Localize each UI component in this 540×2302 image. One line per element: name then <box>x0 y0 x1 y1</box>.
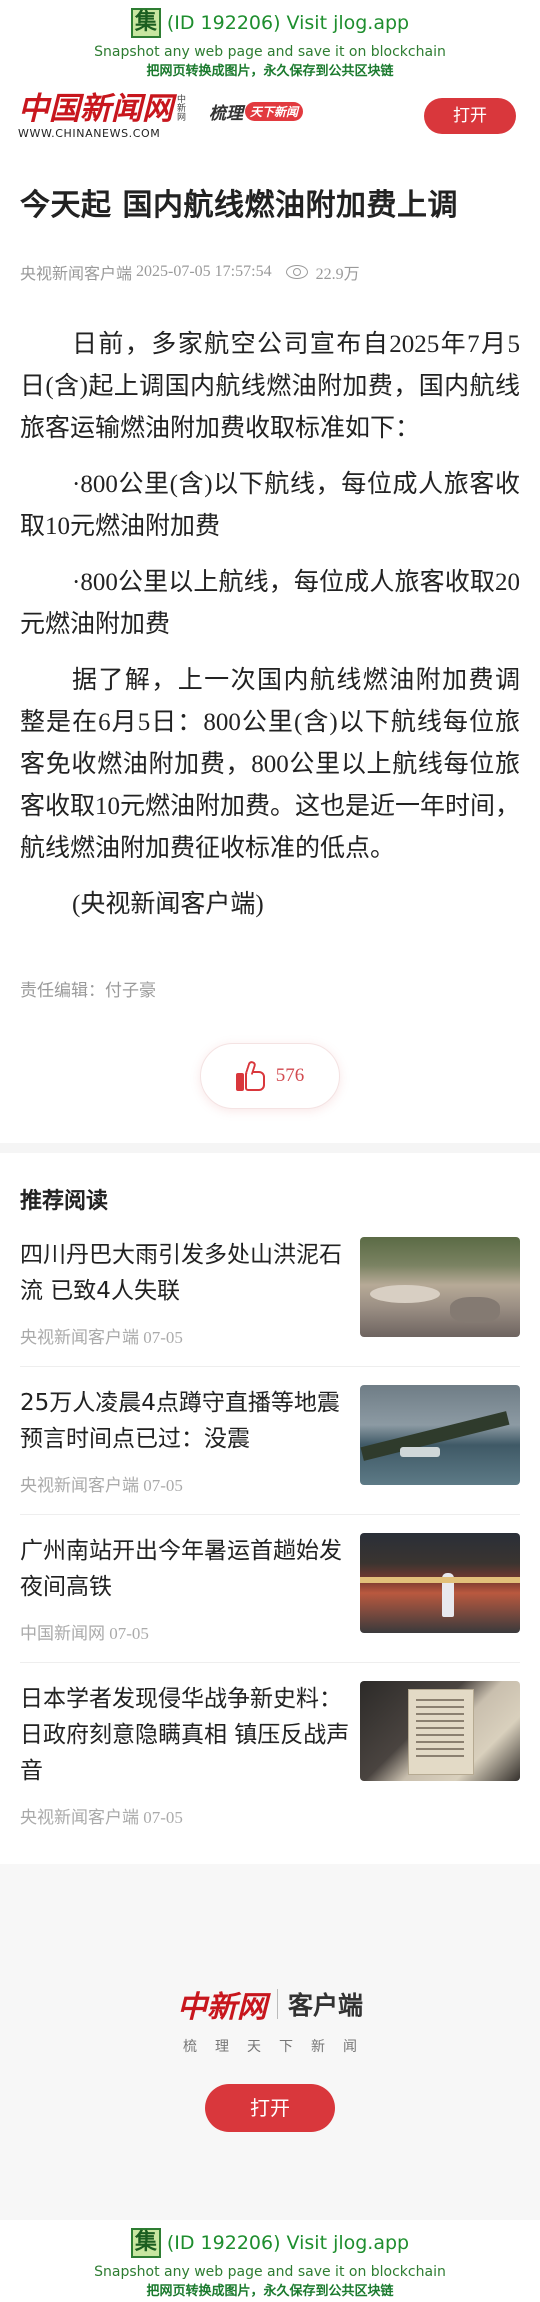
recommended-headline[interactable]: 日本学者发现侵华战争新史料：日政府刻意隐瞒真相 镇压反战声音 <box>20 1681 350 1789</box>
recommended-item[interactable]: 广州南站开出今年暑运首趟始发夜间高铁 中国新闻网 07-05 <box>20 1533 520 1663</box>
article-title: 今天起 国内航线燃油附加费上调 <box>20 188 458 223</box>
brand-short-name: 中新网 <box>177 94 187 123</box>
responsible-editor: 责任编辑：付子豪 <box>20 981 156 1001</box>
jlog-logo-icon: 集 <box>130 8 161 38</box>
watermark-id[interactable]: (ID 192206) Visit jlog.app <box>167 12 409 34</box>
recommended-thumbnail[interactable] <box>360 1385 520 1485</box>
article-paragraph: 日前，多家航空公司宣布自2025年7月5日(含)起上调国内航线燃油附加费，国内航… <box>20 331 520 442</box>
header-slogan: 梳理 天下新闻 <box>209 99 304 124</box>
chinanews-logo[interactable]: 中国新闻网 中新网 WWW.CHINANEWS.COM <box>18 93 189 140</box>
article-source: 央视新闻客户端 <box>20 266 133 283</box>
recommended-item[interactable]: 四川丹巴大雨引发多处山洪泥石流 已致4人失联 央视新闻客户端 07-05 <box>20 1237 520 1367</box>
footer-separator <box>276 1989 278 2019</box>
thumbs-up-icon <box>235 1060 266 1091</box>
footer-open-app-button[interactable]: 打开 <box>205 2084 335 2132</box>
watermark-header: 集 (ID 192206) Visit jlog.app <box>0 6 540 40</box>
recommended-thumbnail[interactable] <box>360 1533 520 1633</box>
eye-icon <box>285 265 308 279</box>
article-paragraph: ·800公里(含)以下航线，每位成人旅客收取10元燃油附加费 <box>20 471 520 540</box>
brand-name: 中国新闻网 <box>18 90 173 127</box>
recommended-source: 央视新闻客户端 07-05 <box>20 1328 183 1347</box>
like-count: 576 <box>275 1065 305 1086</box>
watermark-banner-bottom: 集 (ID 192206) Visit jlog.app Snapshot an… <box>0 2220 540 2302</box>
watermark-line-en: Snapshot any web page and save it on blo… <box>94 44 446 60</box>
article-views: 22.9万 <box>315 266 360 283</box>
article-meta: 央视新闻客户端 2025-07-05 17:57:54 22.9万 <box>20 260 520 284</box>
watermark-line-en: Snapshot any web page and save it on blo… <box>94 2264 446 2280</box>
recommended-source: 央视新闻客户端 07-05 <box>20 1476 183 1495</box>
jlog-logo-icon: 集 <box>130 2228 161 2258</box>
slogan-part-a: 梳理 <box>209 103 243 124</box>
footer-client-label: 客户端 <box>287 1991 363 2020</box>
article-paragraph: 据了解，上一次国内航线燃油附加费调整是在6月5日：800公里(含)以下航线每位旅… <box>20 667 521 862</box>
article-body: 日前，多家航空公司宣布自2025年7月5日(含)起上调国内航线燃油附加费，国内航… <box>20 324 520 926</box>
recommended-thumbnail[interactable] <box>360 1681 520 1781</box>
recommended-reading: 推荐阅读 四川丹巴大雨引发多处山洪泥石流 已致4人失联 央视新闻客户端 07-0… <box>0 1183 540 1846</box>
article-paragraph: (央视新闻客户端) <box>72 891 264 918</box>
recommended-item[interactable]: 25万人凌晨4点蹲守直播等地震预言时间点已过：没震 央视新闻客户端 07-05 <box>20 1385 520 1515</box>
recommended-headline[interactable]: 四川丹巴大雨引发多处山洪泥石流 已致4人失联 <box>20 1237 350 1309</box>
article-time: 2025-07-05 17:57:54 <box>136 263 272 280</box>
footer-slogan: 梳理天下新闻 <box>183 2039 375 2055</box>
footer-brand: 中新网 客户端 <box>0 1982 540 2026</box>
recommended-source: 中国新闻网 07-05 <box>20 1624 149 1643</box>
like-area: 576 <box>20 1043 520 1109</box>
watermark-id[interactable]: (ID 192206) Visit jlog.app <box>167 2232 409 2254</box>
watermark-line-cn: 把网页转换成图片，永久保存到公共区块链 <box>146 64 394 79</box>
footer-logo: 中新网 <box>176 1990 267 2025</box>
slogan-part-b: 天下新闻 <box>245 101 304 121</box>
site-header: 中国新闻网 中新网 WWW.CHINANEWS.COM 梳理 天下新闻 打开 <box>0 82 540 150</box>
recommended-headline[interactable]: 广州南站开出今年暑运首趟始发夜间高铁 <box>20 1533 350 1605</box>
watermark-banner-top: 集 (ID 192206) Visit jlog.app Snapshot an… <box>0 0 540 82</box>
section-divider <box>0 1143 540 1153</box>
open-app-button[interactable]: 打开 <box>424 98 516 134</box>
recommended-thumbnail[interactable] <box>360 1237 520 1337</box>
watermark-line-cn: 把网页转换成图片，永久保存到公共区块链 <box>146 2284 394 2299</box>
recommended-title: 推荐阅读 <box>20 1189 109 1214</box>
article-paragraph: ·800公里以上航线，每位成人旅客收取20元燃油附加费 <box>20 569 520 638</box>
like-button[interactable]: 576 <box>200 1043 340 1109</box>
recommended-headline[interactable]: 25万人凌晨4点蹲守直播等地震预言时间点已过：没震 <box>20 1385 350 1457</box>
app-footer: 中新网 客户端 梳理天下新闻 打开 <box>0 1864 540 2220</box>
article: 今天起 国内航线燃油附加费上调 央视新闻客户端 2025-07-05 17:57… <box>0 186 540 1109</box>
brand-url: WWW.CHINANEWS.COM <box>18 126 161 140</box>
recommended-source: 央视新闻客户端 07-05 <box>20 1808 183 1827</box>
recommended-item[interactable]: 日本学者发现侵华战争新史料：日政府刻意隐瞒真相 镇压反战声音 央视新闻客户端 0… <box>20 1681 520 1846</box>
